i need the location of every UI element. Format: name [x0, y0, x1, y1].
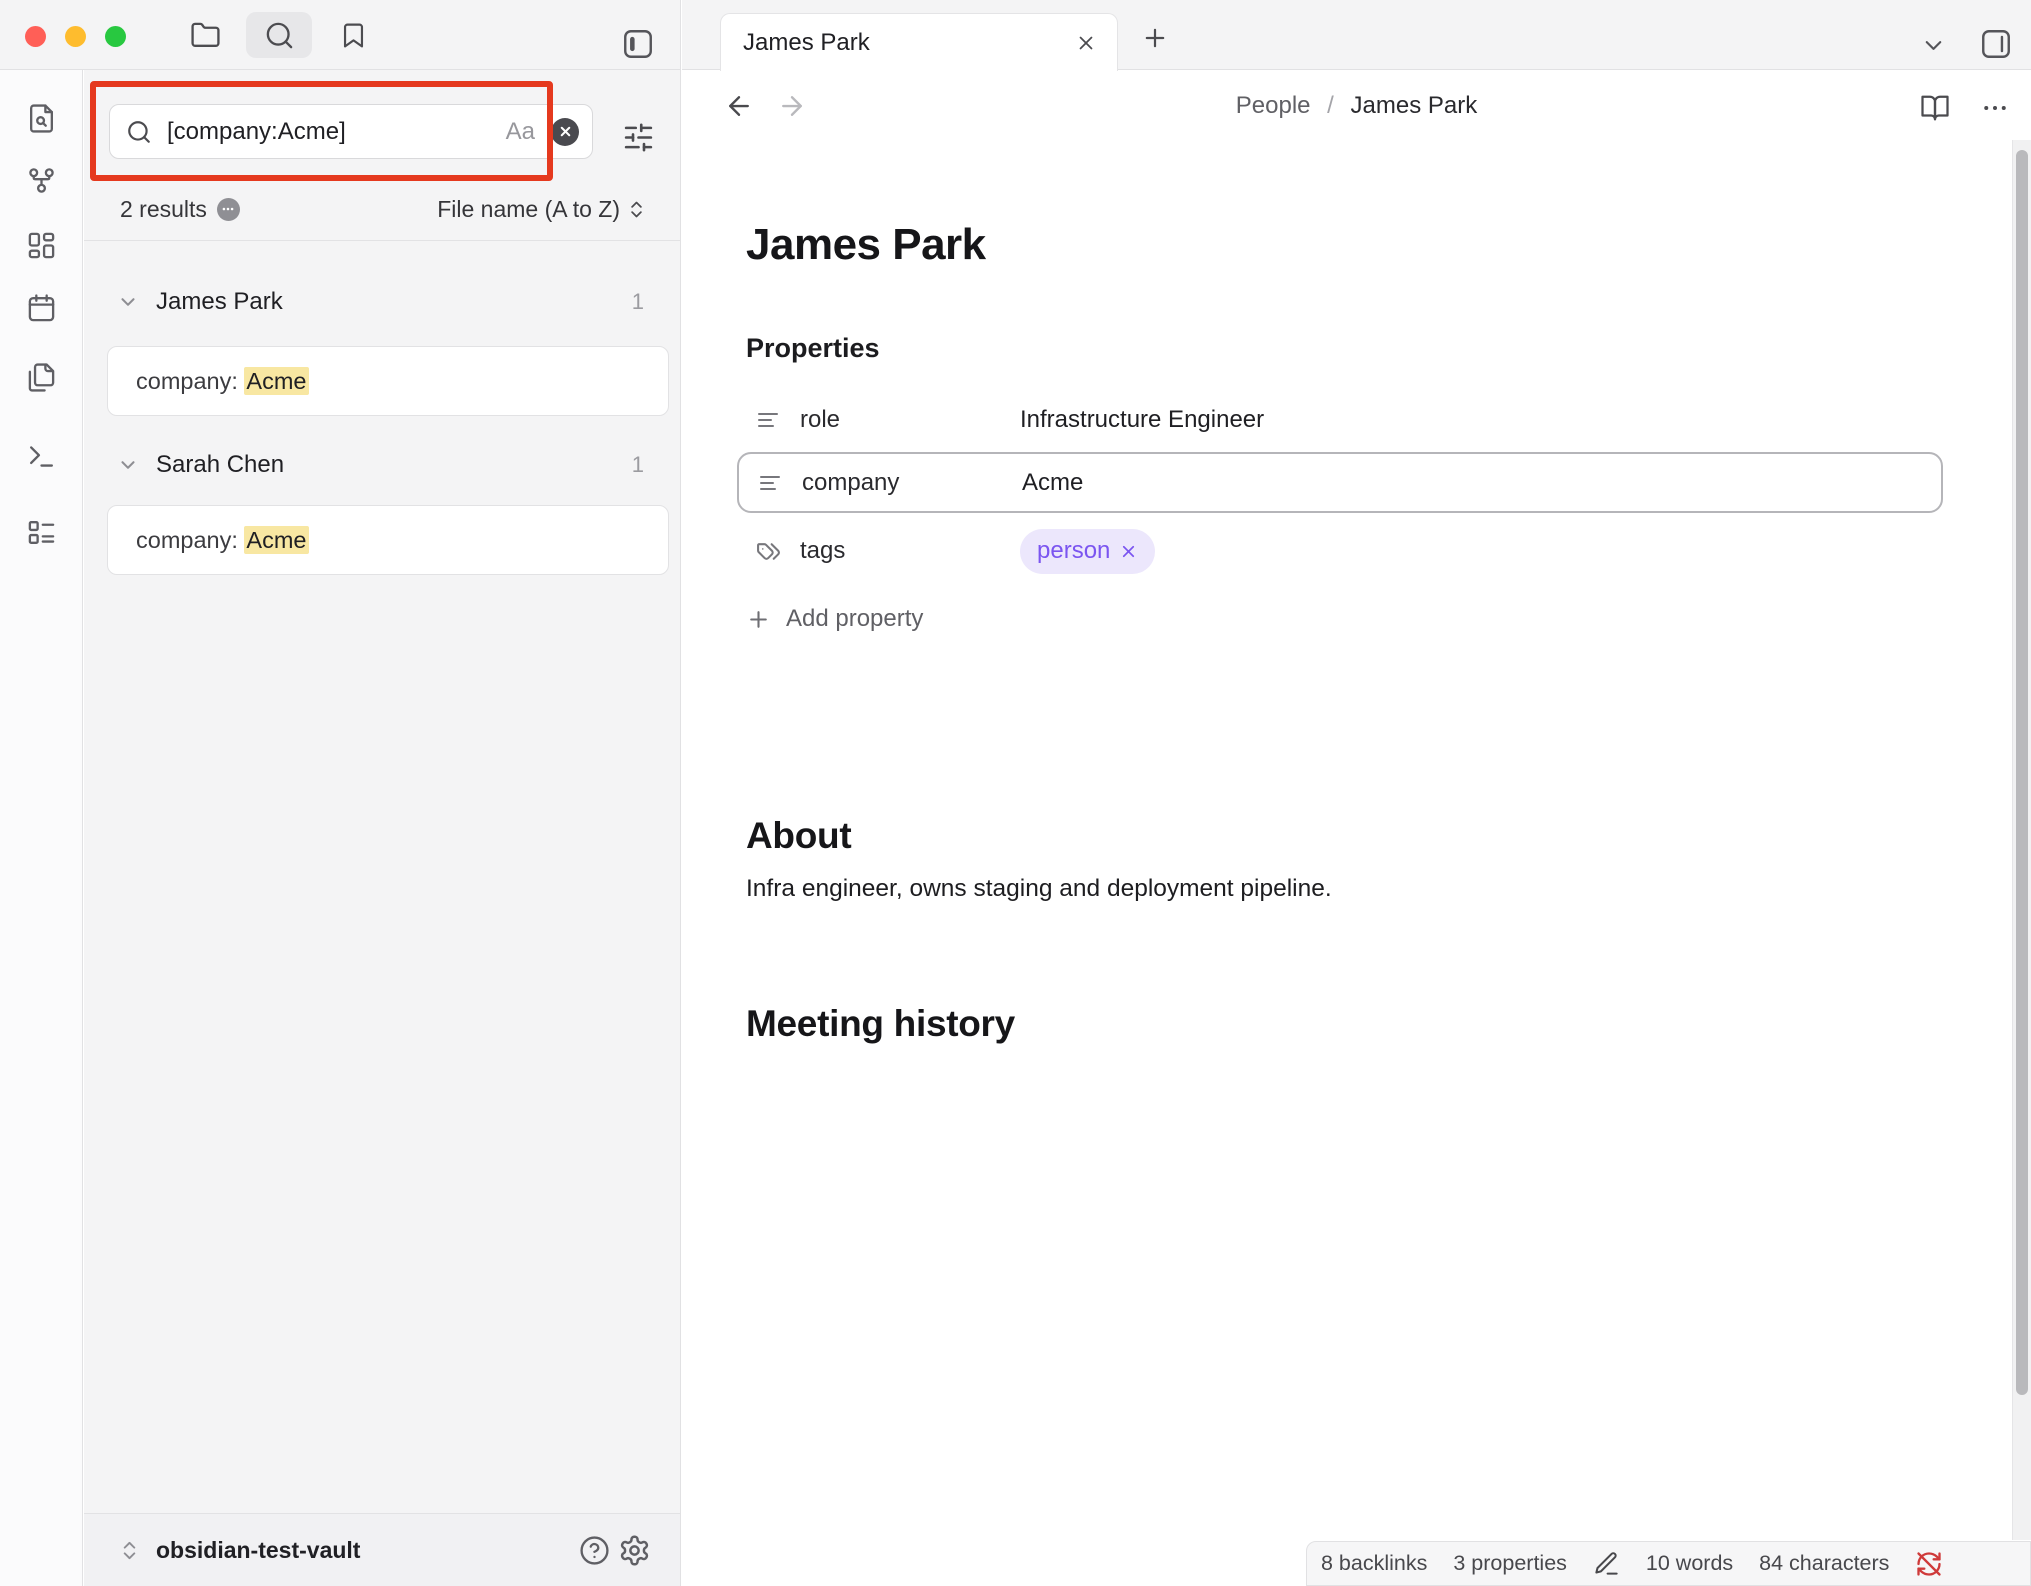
result-file-title: Sarah Chen: [156, 451, 632, 479]
chevron-down-icon[interactable]: [117, 454, 139, 476]
tags-icon[interactable]: [756, 539, 780, 563]
match-text: company:: [136, 527, 244, 553]
panel-left-icon[interactable]: [619, 25, 657, 63]
bookmark-icon[interactable]: [335, 17, 371, 53]
property-row-company[interactable]: company Acme: [737, 452, 1943, 513]
backlinks-count[interactable]: 8 backlinks: [1321, 1551, 1427, 1576]
breadcrumb-current[interactable]: James Park: [1351, 92, 1478, 119]
vault-name: obsidian-test-vault: [156, 1537, 360, 1564]
property-key[interactable]: role: [800, 406, 1020, 434]
status-bar: 8 backlinks 3 properties 10 words 84 cha…: [1306, 1541, 2031, 1586]
text-property-icon[interactable]: [756, 408, 780, 432]
chevrons-up-down-icon: [626, 199, 647, 220]
more-options-icon[interactable]: [1978, 91, 2012, 125]
breadcrumb: People / James Park: [682, 70, 2031, 142]
property-row-tags: tags person: [746, 523, 1943, 579]
search-icon[interactable]: [246, 12, 312, 58]
property-row-role: role Infrastructure Engineer: [746, 392, 1943, 448]
about-paragraph[interactable]: Infra engineer, owns staging and deploym…: [746, 875, 1332, 903]
chevrons-up-down-icon: [118, 1539, 141, 1562]
results-count: 2 results: [120, 196, 207, 223]
property-value[interactable]: Infrastructure Engineer: [1020, 406, 1264, 434]
sort-order-button[interactable]: File name (A to Z): [437, 196, 647, 223]
vault-switcher-row: obsidian-test-vault: [84, 1513, 680, 1586]
terminal-icon[interactable]: [23, 438, 59, 474]
note-title[interactable]: James Park: [746, 220, 986, 270]
settings-gear-icon[interactable]: [614, 1530, 654, 1570]
result-group-james-park[interactable]: James Park 1: [84, 280, 680, 324]
plus-icon: [746, 607, 771, 632]
tab-list-chevron-icon[interactable]: [1915, 27, 1951, 63]
graph-icon[interactable]: [23, 162, 59, 198]
tab-james-park[interactable]: James Park: [720, 13, 1118, 71]
remove-tag-icon[interactable]: [1119, 542, 1138, 561]
new-tab-icon[interactable]: [1137, 20, 1173, 56]
divider: [84, 240, 680, 241]
sync-error-icon[interactable]: [1915, 1550, 1943, 1578]
close-tab-icon[interactable]: [1071, 28, 1101, 58]
ribbon: [0, 70, 83, 1586]
calendar-icon[interactable]: [23, 290, 59, 326]
chevron-down-icon[interactable]: [117, 291, 139, 313]
tab-bar: James Park: [682, 0, 2031, 70]
search-settings-icon[interactable]: [618, 118, 658, 156]
main-workspace: James Park People: [682, 0, 2031, 1586]
search-extra-options-icon[interactable]: [217, 198, 240, 221]
match-highlight: Acme: [244, 367, 308, 395]
clear-search-button[interactable]: [551, 118, 579, 146]
match-highlight: Acme: [244, 526, 308, 554]
breadcrumb-separator: /: [1327, 92, 1334, 119]
close-window-button[interactable]: [25, 26, 46, 47]
properties-heading: Properties: [746, 333, 880, 364]
list-details-icon[interactable]: [23, 514, 59, 550]
property-key[interactable]: company: [802, 469, 1022, 497]
edit-mode-pencil-icon[interactable]: [1593, 1550, 1620, 1577]
text-property-icon[interactable]: [758, 471, 782, 495]
result-file-title: James Park: [156, 288, 632, 316]
about-heading[interactable]: About: [746, 815, 851, 857]
property-key[interactable]: tags: [800, 537, 1020, 565]
zoom-window-button[interactable]: [105, 26, 126, 47]
vault-switcher[interactable]: obsidian-test-vault: [118, 1537, 360, 1564]
tab-title: James Park: [743, 29, 1071, 57]
result-match-count: 1: [632, 289, 644, 315]
add-property-label: Add property: [786, 605, 923, 633]
character-count: 84 characters: [1759, 1551, 1889, 1576]
search-query[interactable]: [company:Acme]: [167, 118, 506, 146]
reading-mode-book-icon[interactable]: [1918, 91, 1952, 125]
meeting-history-heading[interactable]: Meeting history: [746, 1003, 1015, 1045]
sort-order-label: File name (A to Z): [437, 196, 620, 223]
word-count: 10 words: [1646, 1551, 1733, 1576]
match-case-toggle[interactable]: Aa: [506, 118, 535, 146]
search-input[interactable]: [company:Acme] Aa: [109, 104, 593, 159]
search-icon: [126, 119, 152, 145]
folder-icon[interactable]: [187, 17, 223, 53]
toolbar-actions: [187, 9, 371, 61]
breadcrumb-parent[interactable]: People: [1236, 92, 1311, 119]
search-match-item[interactable]: company: Acme: [107, 346, 669, 416]
obsidian-window: [company:Acme] Aa 2 results File name (A…: [0, 0, 2031, 1586]
file-search-icon[interactable]: [23, 100, 59, 136]
search-results-header: 2 results File name (A to Z): [84, 186, 680, 232]
help-icon[interactable]: [574, 1530, 614, 1570]
search-panel: [company:Acme] Aa 2 results File name (A…: [84, 70, 681, 1586]
window-toolbar: [0, 0, 681, 70]
result-group-sarah-chen[interactable]: Sarah Chen 1: [84, 443, 680, 487]
match-text: company:: [136, 368, 244, 394]
search-match-item[interactable]: company: Acme: [107, 505, 669, 575]
add-property-button[interactable]: Add property: [746, 596, 923, 642]
properties-count[interactable]: 3 properties: [1453, 1551, 1567, 1576]
traffic-lights: [25, 26, 126, 47]
view-header: People / James Park: [682, 70, 2031, 142]
property-value[interactable]: Acme: [1022, 469, 1083, 497]
tag-label: person: [1037, 537, 1110, 565]
result-match-count: 1: [632, 452, 644, 478]
dashboard-icon[interactable]: [23, 227, 59, 263]
minimize-window-button[interactable]: [65, 26, 86, 47]
files-icon[interactable]: [23, 359, 59, 395]
panel-right-icon[interactable]: [1976, 24, 2016, 64]
tag-pill-person[interactable]: person: [1020, 529, 1155, 574]
scrollbar-thumb[interactable]: [2016, 150, 2028, 1395]
scrollbar-track[interactable]: [2012, 140, 2031, 1540]
